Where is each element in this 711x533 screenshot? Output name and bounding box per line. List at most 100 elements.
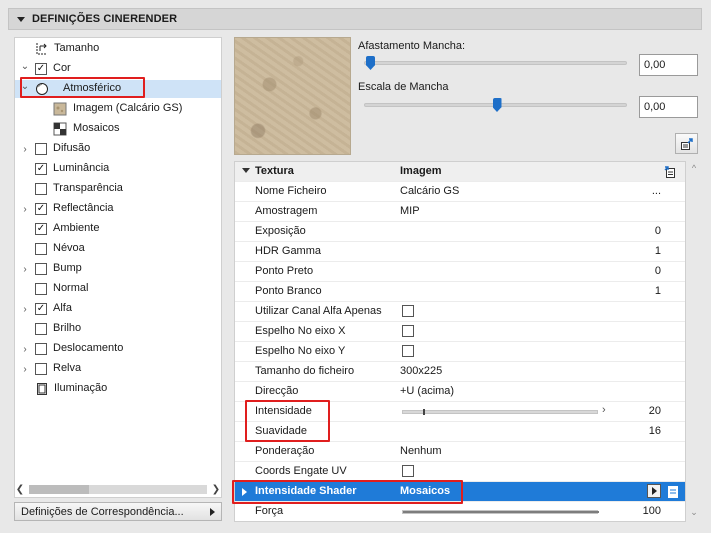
chevron-right-icon[interactable]: › — [20, 204, 30, 215]
scroll-track[interactable] — [29, 484, 207, 494]
tree-item[interactable]: › ✓ Alfa — [15, 300, 221, 318]
slider-end-arrow-icon[interactable]: › — [602, 404, 606, 416]
chevron-down-icon[interactable]: ⌄ — [20, 61, 30, 72]
table-row[interactable]: Utilizar Canal Alfa Apenas — [235, 302, 685, 322]
scroll-thumb[interactable] — [29, 484, 89, 494]
channel-tree[interactable]: Tamanho ⌄ ✓ Cor ⌄ Atmosférico Imagem (Calcário… — [14, 37, 222, 498]
tree-item[interactable]: › Relva — [15, 360, 221, 378]
scale-slider-thumb[interactable] — [492, 98, 502, 112]
property-number[interactable]: 16 — [649, 425, 661, 437]
enable-checkbox[interactable] — [35, 343, 47, 355]
table-vertical-scrollbar[interactable]: ^ ⌄ — [688, 161, 700, 522]
table-row[interactable]: Amostragem MIP — [235, 202, 685, 222]
tree-item[interactable]: Normal — [15, 280, 221, 298]
tree-item[interactable]: Tamanho — [15, 40, 221, 58]
offset-value-field[interactable]: 0,00 — [639, 54, 698, 76]
offset-slider-track[interactable] — [364, 61, 627, 65]
scale-value-field[interactable]: 0,00 — [639, 96, 698, 118]
tree-item-label: Imagem (Calcário GS) — [73, 102, 183, 114]
property-value[interactable]: 300x225 — [400, 365, 442, 377]
tree-item[interactable]: ⌄ ✓ Cor — [15, 60, 221, 78]
tree-item[interactable]: Névoa — [15, 240, 221, 258]
enable-checkbox[interactable] — [35, 243, 47, 255]
table-row[interactable]: Ponto Branco 1 — [235, 282, 685, 302]
chevron-right-icon[interactable]: › — [20, 304, 30, 315]
collapse-triangle-icon[interactable] — [17, 16, 25, 22]
table-row[interactable]: Ponto Preto 0 — [235, 262, 685, 282]
property-number[interactable]: 0 — [655, 225, 661, 237]
tree-item[interactable]: ✓ Ambiente — [15, 220, 221, 238]
property-number[interactable]: 100 — [643, 505, 661, 517]
enable-checkbox[interactable]: ✓ — [35, 63, 47, 75]
tree-item[interactable]: Brilho — [15, 320, 221, 338]
property-value[interactable]: Nenhum — [400, 445, 442, 457]
tree-item[interactable]: Mosaicos — [15, 120, 221, 138]
table-row[interactable]: Exposição 0 — [235, 222, 685, 242]
scroll-left-icon[interactable]: ❮ — [14, 484, 26, 495]
property-number[interactable]: 20 — [649, 405, 661, 417]
enable-checkbox[interactable]: ✓ — [35, 303, 47, 315]
enable-checkbox[interactable] — [35, 323, 47, 335]
table-row[interactable]: Espelho No eixo X — [235, 322, 685, 342]
chevron-right-icon[interactable]: › — [20, 344, 30, 355]
property-number[interactable]: ... — [652, 185, 661, 197]
chevron-right-icon[interactable]: › — [20, 144, 30, 155]
table-header-row[interactable]: Textura Imagem — [235, 162, 685, 182]
enable-checkbox[interactable] — [35, 183, 47, 195]
property-checkbox[interactable] — [402, 305, 414, 317]
offset-slider-thumb[interactable] — [366, 56, 375, 70]
tree-item[interactable]: › ✓ Reflectância — [15, 200, 221, 218]
enable-checkbox[interactable] — [35, 363, 47, 375]
tree-item[interactable]: › Bump — [15, 260, 221, 278]
table-row[interactable]: Tamanho do ficheiro 300x225 — [235, 362, 685, 382]
scroll-down-icon[interactable]: ⌄ — [688, 507, 700, 518]
tree-item[interactable]: Iluminação — [15, 380, 221, 398]
mapping-settings-button[interactable]: Definições de Correspondência... — [14, 502, 222, 521]
property-value[interactable]: +U (acima) — [400, 385, 454, 397]
annotation-highlight-intensity — [245, 400, 330, 442]
property-number[interactable]: 1 — [655, 245, 661, 257]
property-value[interactable]: Calcário GS — [400, 185, 459, 197]
table-row[interactable]: Coords Engate UV — [235, 462, 685, 482]
document-icon[interactable] — [667, 485, 679, 499]
tree-item[interactable]: Transparência — [15, 180, 221, 198]
tree-item[interactable]: ✓ Luminância — [15, 160, 221, 178]
play-arrow-icon[interactable] — [647, 484, 661, 498]
property-name: Ponto Branco — [255, 285, 322, 297]
enable-checkbox[interactable] — [35, 283, 47, 295]
scroll-up-icon[interactable]: ^ — [688, 163, 700, 173]
enable-checkbox[interactable]: ✓ — [35, 203, 47, 215]
enable-checkbox[interactable] — [35, 143, 47, 155]
table-row[interactable]: Direcção +U (acima) — [235, 382, 685, 402]
property-checkbox[interactable] — [402, 325, 414, 337]
scroll-right-icon[interactable]: ❯ — [210, 484, 222, 495]
enable-checkbox[interactable]: ✓ — [35, 163, 47, 175]
table-row[interactable]: Nome Ficheiro Calcário GS... — [235, 182, 685, 202]
property-checkbox[interactable] — [402, 345, 414, 357]
collapse-triangle-icon[interactable] — [242, 168, 250, 173]
property-number[interactable]: 1 — [655, 285, 661, 297]
tree-item[interactable]: › Difusão — [15, 140, 221, 158]
export-settings-button[interactable] — [675, 133, 698, 154]
section-header[interactable]: DEFINIÇÕES CINERENDER — [8, 8, 702, 30]
enable-checkbox[interactable]: ✓ — [35, 223, 47, 235]
tree-item[interactable]: Imagem (Calcário GS) — [15, 100, 221, 118]
tree-horizontal-scrollbar[interactable]: ❮ ❯ — [14, 482, 222, 496]
chevron-right-icon[interactable]: › — [20, 264, 30, 275]
table-row[interactable]: Espelho No eixo Y — [235, 342, 685, 362]
tree-item[interactable]: › Deslocamento — [15, 340, 221, 358]
table-row[interactable]: Ponderação Nenhum — [235, 442, 685, 462]
enable-checkbox[interactable] — [35, 263, 47, 275]
table-row[interactable]: Força 100 — [235, 502, 685, 521]
annotation-highlight-shader — [232, 480, 463, 504]
property-slider[interactable] — [402, 510, 599, 514]
property-value[interactable]: MIP — [400, 205, 420, 217]
table-row[interactable]: HDR Gamma 1 — [235, 242, 685, 262]
property-slider[interactable] — [402, 409, 598, 415]
property-checkbox[interactable] — [402, 465, 414, 477]
chevron-right-icon[interactable]: › — [20, 364, 30, 375]
property-name: Ponderação — [255, 445, 315, 457]
property-number[interactable]: 0 — [655, 265, 661, 277]
texture-properties-table[interactable]: Textura Imagem Nome Ficheiro Calcário GS.… — [234, 161, 686, 522]
load-texture-icon[interactable] — [663, 165, 677, 179]
